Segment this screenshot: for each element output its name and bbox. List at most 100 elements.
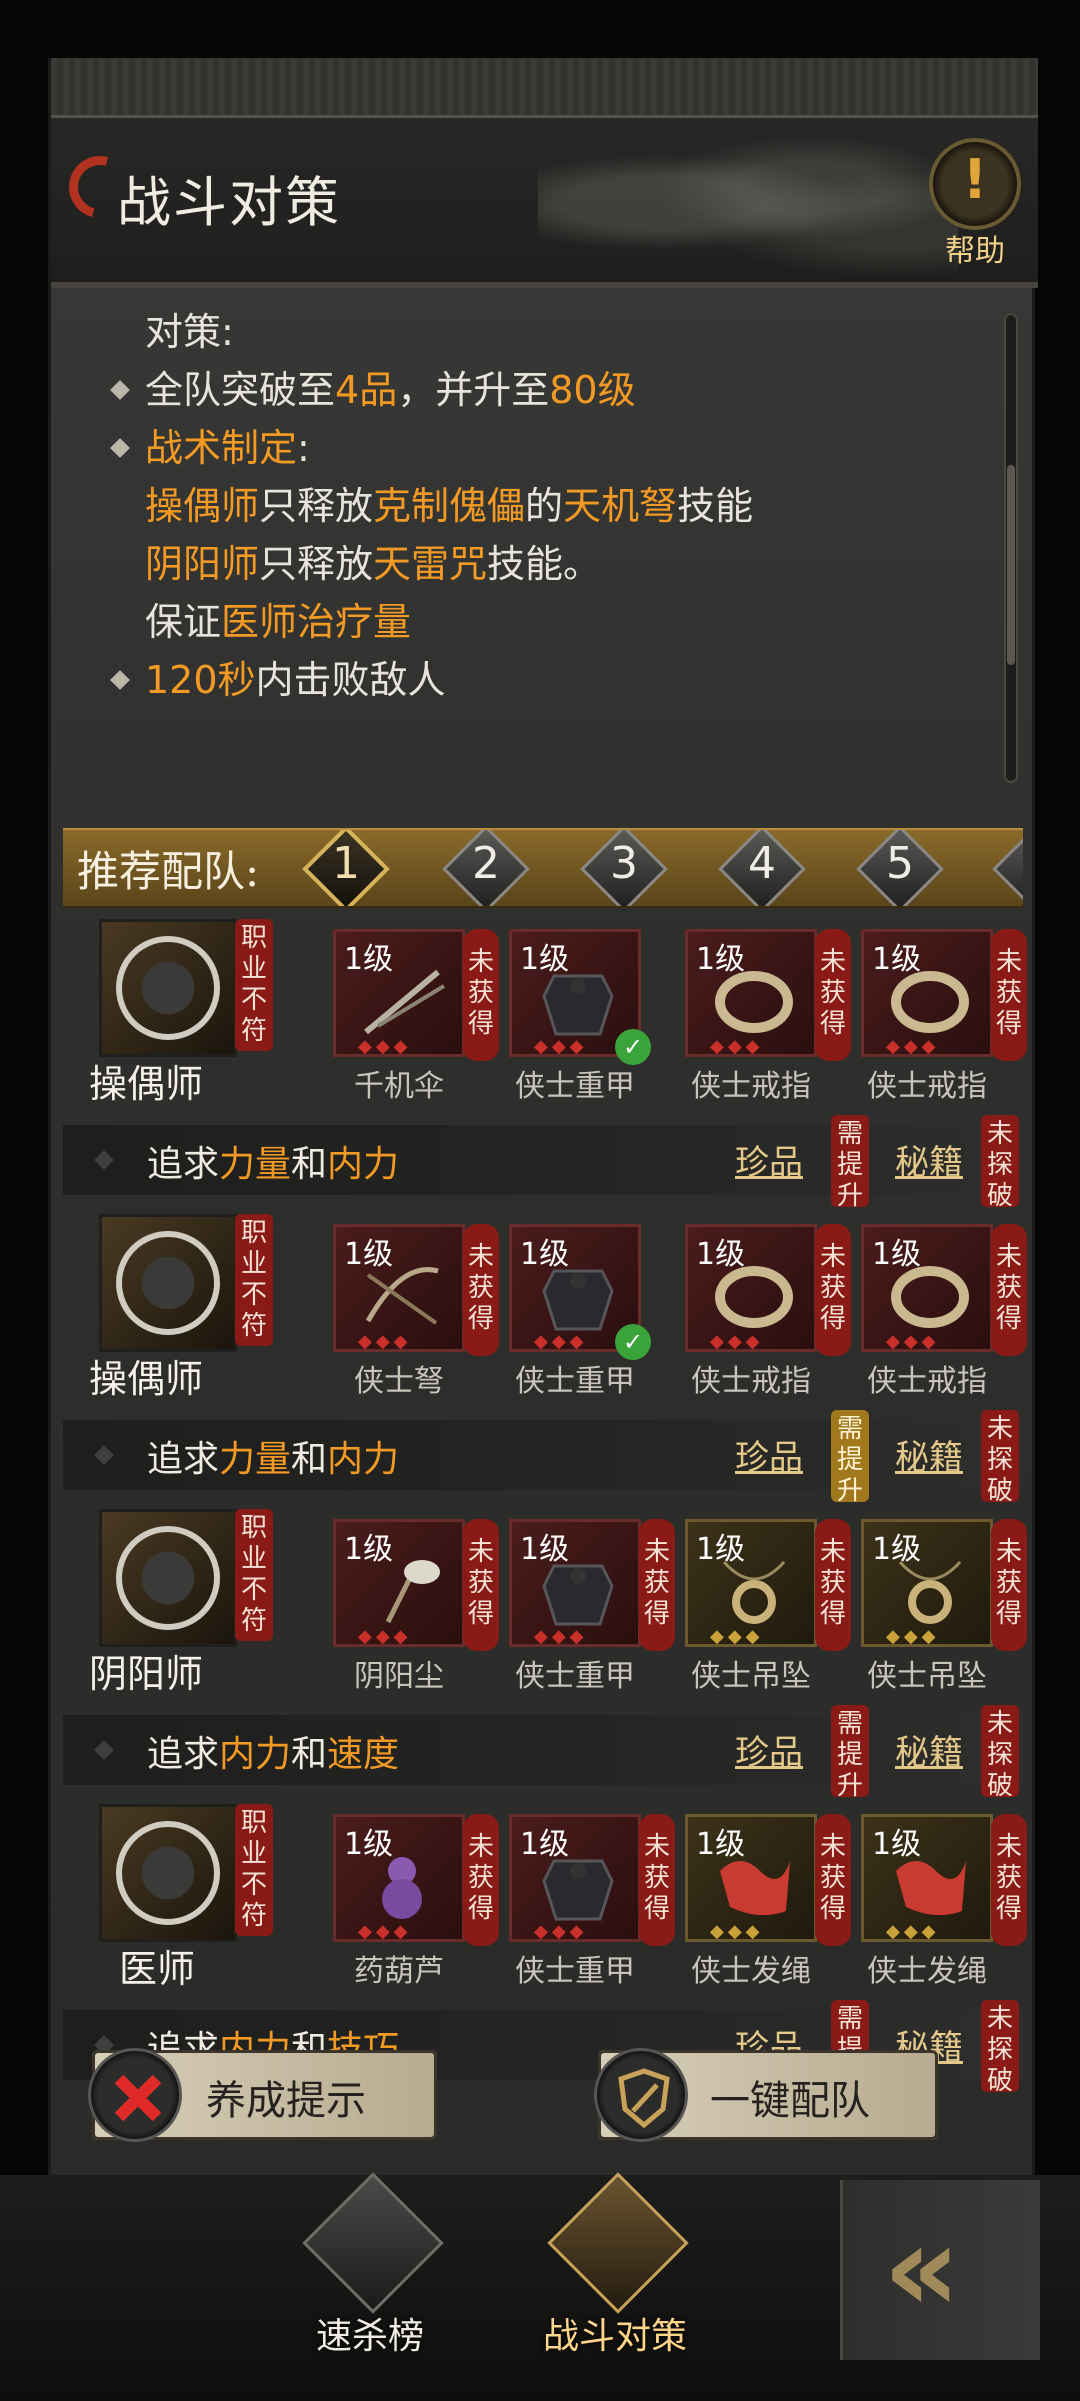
manual-link[interactable]: 秘籍 — [895, 1135, 963, 1184]
equipment-slot[interactable]: 1级 ◆◆◆ 未获得 侠士戒指 — [861, 929, 1027, 1129]
not-obtained-tag: 未获得 — [991, 1814, 1027, 1946]
check-icon: ✓ — [615, 1029, 651, 1065]
pursuit-text: 追求内力和速度 — [147, 1734, 400, 1775]
nav-battle-strategy[interactable]: 战斗对策 — [530, 2172, 700, 2375]
equipment-name: 侠士重甲 — [515, 1659, 635, 1694]
scrollbar-thumb[interactable] — [1007, 465, 1015, 665]
equipment-slot[interactable]: 1级 ◆◆◆ 未获得 侠士吊坠 — [861, 1519, 1027, 1719]
not-obtained-tag: 未获得 — [463, 929, 499, 1061]
equipment-slot[interactable]: 1级 ◆◆◆ ✓ 侠士重甲 — [509, 1224, 669, 1424]
treasure-link[interactable]: 珍品 — [735, 1430, 803, 1479]
title-band-decoration — [51, 58, 1038, 118]
role-card[interactable]: 操偶师 职业不符 — [63, 1208, 273, 1408]
crossbow-icon — [365, 1267, 439, 1325]
team-member-row: 阴阳师 职业不符 1级 ◆◆◆ 未获得 阴阳尘 1级 ◆◆◆ 未获得 侠士重甲 … — [63, 1503, 1027, 1801]
equipment-name: 侠士弩 — [354, 1364, 444, 1399]
equipment-name: 侠士戒指 — [691, 1364, 811, 1399]
treasure-link[interactable]: 珍品 — [735, 1135, 803, 1184]
equipment-slot[interactable]: 1级 ◆◆◆ 未获得 药葫芦 — [333, 1814, 499, 2014]
equipment-name: 侠士戒指 — [867, 1069, 987, 1104]
equipment-slot[interactable]: 1级 ◆◆◆ 未获得 侠士重甲 — [509, 1519, 675, 1719]
auto-team-button[interactable]: 一键配队 — [594, 2048, 938, 2142]
unexplored-tag: 未探破 — [981, 1115, 1019, 1211]
equipment-slot[interactable]: 1级 ◆◆◆ 未获得 侠士弩 — [333, 1224, 499, 1424]
equipment-name: 侠士发绳 — [691, 1954, 811, 1989]
character-icon — [547, 2172, 689, 2314]
role-card[interactable]: 操偶师 职业不符 — [63, 913, 273, 1113]
cloud-decoration — [538, 128, 958, 278]
equipment-name: 侠士吊坠 — [691, 1659, 811, 1694]
strategy-text: 对策: 全队突破至4品，并升至80级 战术制定: 操偶师只释放克制傀儡的天机弩技… — [93, 303, 993, 793]
equipment-slot[interactable]: 1级 ◆◆◆ ✓ 侠士重甲 — [509, 929, 669, 1129]
role-name: 操偶师 — [89, 1062, 204, 1106]
not-obtained-tag: 未获得 — [815, 929, 851, 1061]
umbrella-icon — [364, 969, 446, 1035]
ring-icon — [715, 971, 793, 1033]
pendant-icon — [722, 1561, 786, 1624]
equipment-slot[interactable]: 1级 ◆◆◆ 未获得 阴阳尘 — [333, 1519, 499, 1719]
equipment-slot[interactable]: 1级 ◆◆◆ 未获得 侠士戒指 — [685, 929, 851, 1129]
ring-icon — [891, 1266, 969, 1328]
page-title: 战斗对策 — [117, 171, 341, 234]
whisk-icon — [385, 1560, 440, 1624]
tab-team-2[interactable]: 2 — [442, 830, 530, 906]
equipment-slot[interactable]: 1级 ◆◆◆ 未获得 侠士戒指 — [861, 1224, 1027, 1424]
equipment-name: 阴阳尘 — [354, 1659, 444, 1694]
not-obtained-tag: 未获得 — [639, 1519, 675, 1651]
armor-icon — [542, 1564, 614, 1626]
strategy-heading: 对策: — [145, 310, 234, 354]
equipment-name: 侠士重甲 — [515, 1364, 635, 1399]
unexplored-tag: 未探破 — [981, 2000, 1019, 2096]
help-button[interactable]: ! 帮助 — [920, 138, 1030, 269]
equipment-slot[interactable]: 1级 ◆◆◆ 未获得 侠士发绳 — [685, 1814, 851, 2014]
not-obtained-tag: 未获得 — [991, 929, 1027, 1061]
tab-team-4[interactable]: 4 — [718, 830, 806, 906]
strategy-line-tactic: 战术制定: — [93, 419, 993, 477]
scroll-icon — [302, 2172, 444, 2314]
pursuit-text: 追求力量和内力 — [147, 1144, 400, 1185]
need-upgrade-tag: 需提升 — [831, 1115, 869, 1211]
class-mismatch-tag: 职业不符 — [235, 1804, 273, 1936]
tab-team-3[interactable]: 3 — [580, 830, 668, 906]
unexplored-tag: 未探破 — [981, 1410, 1019, 1506]
team-member-row: 医师 职业不符 1级 ◆◆◆ 未获得 药葫芦 1级 ◆◆◆ 未获得 侠士重甲 1… — [63, 1798, 1027, 2096]
check-icon: ✓ — [615, 1324, 651, 1360]
leaf-icon — [99, 1804, 237, 1942]
equipment-slot[interactable]: 1级 ◆◆◆ 未获得 侠士重甲 — [509, 1814, 675, 2014]
strategy-line-yinyang: 阴阳师只释放天雷咒技能。 — [145, 542, 602, 586]
manual-link[interactable]: 秘籍 — [895, 1430, 963, 1479]
title-bar: 战斗对策 ! 帮助 — [51, 58, 1038, 288]
not-obtained-tag: 未获得 — [991, 1224, 1027, 1356]
armor-icon — [542, 1859, 614, 1921]
develop-tip-button[interactable]: 养成提示 — [88, 2048, 437, 2142]
equipment-name: 侠士重甲 — [515, 1954, 635, 1989]
equipment-name: 侠士重甲 — [515, 1069, 635, 1104]
strategy-scrollbar[interactable] — [1004, 313, 1018, 783]
yin-yang-icon — [99, 1509, 237, 1647]
tab-team-more[interactable] — [992, 830, 1023, 906]
collapse-button[interactable]: « — [840, 2180, 1040, 2360]
double-chevron-left-icon: « — [883, 2200, 961, 2339]
equipment-slot[interactable]: 1级 ◆◆◆ 未获得 千机伞 — [333, 929, 499, 1129]
treasure-link[interactable]: 珍品 — [735, 1725, 803, 1774]
manual-link[interactable]: 秘籍 — [895, 1725, 963, 1774]
need-upgrade-tag: 需提升 — [831, 1705, 869, 1801]
role-card[interactable]: 医师 职业不符 — [63, 1798, 273, 1998]
equipment-slot[interactable]: 1级 ◆◆◆ 未获得 侠士戒指 — [685, 1224, 851, 1424]
pursuit-bar: 追求力量和内力 珍品 需提升 秘籍 未探破 — [63, 1410, 1023, 1506]
not-obtained-tag: 未获得 — [815, 1224, 851, 1356]
tab-team-1[interactable]: 1 — [302, 830, 390, 906]
not-obtained-tag: 未获得 — [815, 1519, 851, 1651]
pursuit-bar: 追求力量和内力 珍品 需提升 秘籍 未探破 — [63, 1115, 1023, 1211]
not-obtained-tag: 未获得 — [639, 1814, 675, 1946]
help-label: 帮助 — [945, 234, 1005, 269]
nav-speed-kill[interactable]: 速杀榜 — [285, 2172, 455, 2375]
tab-team-5[interactable]: 5 — [856, 830, 944, 906]
strategy-line-puppeteer: 操偶师只释放克制傀儡的天机弩技能 — [145, 484, 754, 528]
role-card[interactable]: 阴阳师 职业不符 — [63, 1503, 273, 1703]
not-obtained-tag: 未获得 — [815, 1814, 851, 1946]
class-mismatch-tag: 职业不符 — [235, 919, 273, 1051]
equipment-slot[interactable]: 1级 ◆◆◆ 未获得 侠士吊坠 — [685, 1519, 851, 1719]
role-name: 医师 — [119, 1947, 196, 1991]
equipment-slot[interactable]: 1级 ◆◆◆ 未获得 侠士发绳 — [861, 1814, 1027, 2014]
